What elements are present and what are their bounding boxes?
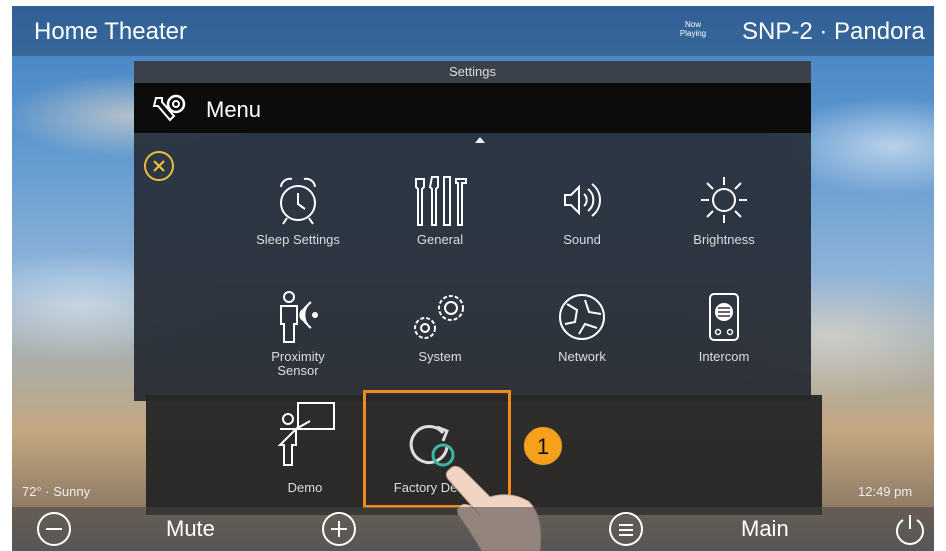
step-number-badge: 1	[523, 426, 563, 466]
proximity-sensor-label: Proximity Sensor	[271, 349, 325, 378]
weather-readout: 72° · Sunny	[22, 484, 91, 499]
globe-icon	[559, 294, 605, 340]
room-title: Home Theater	[34, 18, 187, 45]
presenter-icon	[277, 402, 335, 466]
mute-button[interactable]: Mute	[166, 516, 215, 542]
settings-panel: Settings Menu Sleep Settings General Sou…	[134, 61, 811, 401]
alarm-clock-icon	[280, 177, 316, 225]
settings-item-sound[interactable]: Sound	[517, 173, 647, 247]
now-playing-tag: Now Playing	[679, 20, 707, 38]
volume-up-button[interactable]	[321, 511, 357, 547]
power-button[interactable]	[892, 511, 928, 547]
demo-label: Demo	[287, 480, 323, 495]
scroll-up-arrow-icon[interactable]	[475, 137, 485, 143]
top-bar: Home Theater Now Playing SNP-2 · Pandora	[12, 6, 934, 56]
settings-item-network[interactable]: Network	[517, 290, 647, 364]
menu-bar[interactable]: Menu	[134, 83, 811, 133]
general-label: General	[416, 232, 464, 247]
settings-item-sleep[interactable]: Sleep Settings	[233, 173, 363, 247]
gears-icon	[414, 295, 464, 339]
proximity-sensor-icon	[280, 291, 318, 343]
close-icon	[153, 160, 165, 172]
settings-item-demo[interactable]: Demo	[240, 399, 370, 495]
settings-item-proximity[interactable]: Proximity Sensor	[233, 290, 363, 378]
settings-item-general[interactable]: General	[375, 173, 505, 247]
tools-icon	[415, 176, 467, 226]
settings-item-brightness[interactable]: Brightness	[659, 173, 789, 247]
media-source-button[interactable]	[608, 511, 644, 547]
wrench-gear-icon	[152, 94, 186, 122]
network-label: Network	[558, 349, 606, 364]
bottom-control-bar	[12, 507, 934, 551]
sleep-settings-label: Sleep Settings	[256, 232, 340, 247]
menu-label: Menu	[206, 97, 262, 122]
settings-item-system[interactable]: System	[375, 290, 505, 364]
settings-item-intercom[interactable]: Intercom	[659, 290, 789, 364]
clock-readout: 12:49 pm	[858, 484, 913, 499]
brightness-label: Brightness	[693, 232, 755, 247]
system-label: System	[418, 349, 462, 364]
intercom-icon	[709, 293, 739, 341]
main-button[interactable]: Main	[741, 516, 789, 542]
now-playing-source[interactable]: SNP-2 · Pandora	[742, 18, 925, 46]
intercom-label: Intercom	[698, 349, 750, 364]
volume-down-button[interactable]	[36, 511, 72, 547]
sound-label: Sound	[563, 232, 601, 247]
speaker-icon	[564, 183, 601, 217]
settings-header: Settings	[134, 61, 811, 83]
close-button[interactable]	[144, 151, 174, 181]
sun-icon	[701, 177, 747, 223]
